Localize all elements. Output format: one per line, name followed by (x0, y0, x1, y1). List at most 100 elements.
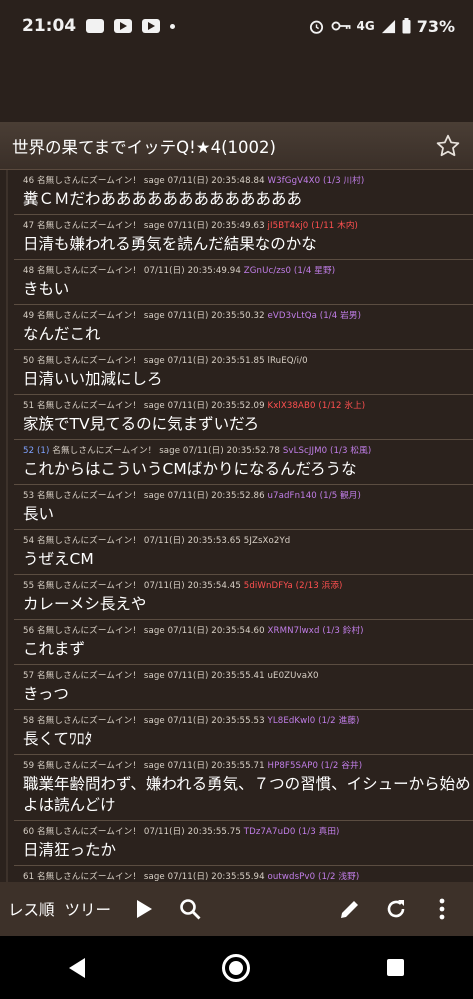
post-item[interactable]: 48 名無しさんにズームイン！ 07/11(日) 20:35:49.94 ZGn… (14, 260, 473, 305)
post-header-info: 名無しさんにズームイン！ sage 07/11(日) 20:35:55.53 (36, 716, 265, 726)
post-meta: 49 名無しさんにズームイン！ sage 07/11(日) 20:35:50.3… (23, 309, 473, 321)
post-body: 日清狂ったか (23, 841, 117, 859)
post-meta: 51 名無しさんにズームイン！ sage 07/11(日) 20:35:52.0… (23, 399, 473, 411)
poster-id[interactable]: eVD3vLtQa (1/4 岩男) (268, 311, 362, 321)
thread-title-bar: 世界の果てまでイッテQ!★4(1002) (0, 122, 473, 170)
post-body: なんだこれ (23, 325, 101, 343)
poster-id[interactable]: W3fGgV4X0 (1/3 川村) (268, 176, 365, 186)
vpn-key-icon (331, 21, 350, 31)
poster-id[interactable]: SvLScJJM0 (1/3 松風) (283, 446, 371, 456)
poster-id[interactable]: outwdsPv0 (1/2 浅野) (268, 872, 360, 882)
post-meta: 55 名無しさんにズームイン！ 07/11(日) 20:35:54.45 5di… (23, 579, 473, 591)
alarm-icon (309, 20, 323, 34)
post-number[interactable]: 47 (23, 221, 34, 231)
tab-res-order[interactable]: レス順 (8, 898, 55, 920)
post-number[interactable]: 48 (23, 266, 34, 276)
poster-id[interactable]: KxlX38AB0 (1/12 氷上) (268, 401, 366, 411)
poster-id[interactable]: u7adFn140 (1/5 観月) (268, 491, 361, 501)
post-header-info: 名無しさんにズームイン！ sage 07/11(日) 20:35:54.60 (36, 626, 265, 636)
post-meta: 47 名無しさんにズームイン！ sage 07/11(日) 20:35:49.6… (23, 219, 473, 231)
post-item[interactable]: 54 名無しさんにズームイン！ 07/11(日) 20:35:53.65 5JZ… (14, 530, 473, 575)
post-number[interactable]: 54 (23, 536, 34, 546)
poster-id[interactable]: TDz7A7uD0 (1/3 真田) (244, 827, 340, 837)
post-number[interactable]: 61 (23, 872, 34, 882)
post-header-info: 名無しさんにズームイン！ sage 07/11(日) 20:35:48.84 (36, 176, 265, 186)
post-number[interactable]: 60 (23, 827, 34, 837)
poster-id[interactable]: ZGnUc/zs0 (1/4 星野) (244, 266, 335, 276)
signal-icon (381, 19, 395, 33)
post-body: 日清いい加減にしろ (23, 370, 163, 388)
post-meta: 46 名無しさんにズームイン！ sage 07/11(日) 20:35:48.8… (23, 174, 473, 186)
play-icon[interactable] (131, 896, 157, 922)
post-header-info: 名無しさんにズームイン！ 07/11(日) 20:35:54.45 (36, 581, 241, 591)
post-header-info: 名無しさんにズームイン！ 07/11(日) 20:35:53.65 5JZsXo… (36, 536, 291, 546)
post-header-info: 名無しさんにズームイン！ sage 07/11(日) 20:35:55.71 (36, 761, 265, 771)
app-header-space (0, 52, 473, 122)
post-meta: 57 名無しさんにズームイン！ sage 07/11(日) 20:35:55.4… (23, 669, 473, 681)
post-number[interactable]: 50 (23, 356, 34, 366)
post-number[interactable]: 58 (23, 716, 34, 726)
post-header-info: 名無しさんにズームイン！ sage 07/11(日) 20:35:55.94 (36, 872, 265, 882)
post-list[interactable]: 46 名無しさんにズームイン！ sage 07/11(日) 20:35:48.8… (0, 170, 473, 882)
post-body: カレーメシ長えや (23, 595, 147, 613)
recents-icon[interactable] (387, 959, 405, 976)
post-body: 家族でTV見てるのに気まずいだろ (23, 415, 260, 433)
post-item[interactable]: 60 名無しさんにズームイン！ 07/11(日) 20:35:55.75 TDz… (14, 821, 473, 866)
refresh-icon[interactable] (383, 896, 409, 922)
post-item[interactable]: 46 名無しさんにズームイン！ sage 07/11(日) 20:35:48.8… (14, 170, 473, 215)
post-item[interactable]: 55 名無しさんにズームイン！ 07/11(日) 20:35:54.45 5di… (14, 575, 473, 620)
post-number[interactable]: 46 (23, 176, 34, 186)
poster-id[interactable]: 5diWnDFYa (2/13 浜添) (244, 581, 343, 591)
post-number[interactable]: 52 (1) (23, 446, 49, 456)
post-number[interactable]: 51 (23, 401, 34, 411)
poster-id[interactable]: XRMN7lwxd (1/3 鈴村) (268, 626, 364, 636)
tab-tree[interactable]: ツリー (65, 898, 112, 920)
post-item[interactable]: 56 名無しさんにズームイン！ sage 07/11(日) 20:35:54.6… (14, 620, 473, 665)
post-header-info: 名無しさんにズームイン！ 07/11(日) 20:35:49.94 (36, 266, 241, 276)
youtube-notification-icon (114, 19, 133, 33)
post-item[interactable]: 47 名無しさんにズームイン！ sage 07/11(日) 20:35:49.6… (14, 215, 473, 260)
back-icon[interactable] (68, 957, 85, 978)
post-item[interactable]: 49 名無しさんにズームイン！ sage 07/11(日) 20:35:50.3… (14, 305, 473, 350)
post-number[interactable]: 57 (23, 671, 34, 681)
post-number[interactable]: 53 (23, 491, 34, 501)
poster-id[interactable]: jI5BT4xj0 (1/11 木内) (268, 221, 359, 231)
post-header-info: 名無しさんにズームイン！ sage 07/11(日) 20:35:52.78 (52, 446, 280, 456)
post-header-info: 名無しさんにズームイン！ sage 07/11(日) 20:35:52.09 (36, 401, 265, 411)
post-header-info: 名無しさんにズームイン！ sage 07/11(日) 20:35:50.32 (36, 311, 265, 321)
post-item[interactable]: 59 名無しさんにズームイン！ sage 07/11(日) 20:35:55.7… (14, 755, 473, 821)
post-number[interactable]: 59 (23, 761, 34, 771)
bottom-toolbar: レス順 ツリー (0, 882, 473, 936)
search-icon[interactable] (177, 896, 203, 922)
post-item[interactable]: 61 名無しさんにズームイン！ sage 07/11(日) 20:35:55.9… (14, 866, 473, 882)
post-body: これからはこういうCMばかりになるんだろうな (23, 460, 357, 478)
pencil-icon[interactable] (337, 896, 363, 922)
post-item[interactable]: 58 名無しさんにズームイン！ sage 07/11(日) 20:35:55.5… (14, 710, 473, 755)
status-bar: 21:04 4G 73% (0, 0, 473, 52)
post-meta: 60 名無しさんにズームイン！ 07/11(日) 20:35:55.75 TDz… (23, 825, 473, 837)
post-meta: 58 名無しさんにズームイン！ sage 07/11(日) 20:35:55.5… (23, 714, 473, 726)
post-item[interactable]: 50 名無しさんにズームイン！ sage 07/11(日) 20:35:51.8… (14, 350, 473, 395)
post-body: 長くてﾜﾛﾀ (23, 730, 93, 748)
post-item[interactable]: 53 名無しさんにズームイン！ sage 07/11(日) 20:35:52.8… (14, 485, 473, 530)
post-header-info: 名無しさんにズームイン！ 07/11(日) 20:35:55.75 (36, 827, 241, 837)
post-number[interactable]: 56 (23, 626, 34, 636)
post-item[interactable]: 51 名無しさんにズームイン！ sage 07/11(日) 20:35:52.0… (14, 395, 473, 440)
post-body: 長い (23, 505, 55, 523)
post-number[interactable]: 49 (23, 311, 34, 321)
home-icon[interactable] (221, 953, 250, 982)
more-vert-icon[interactable] (429, 896, 455, 922)
post-item[interactable]: 57 名無しさんにズームイン！ sage 07/11(日) 20:35:55.4… (14, 665, 473, 710)
post-header-info: 名無しさんにズームイン！ sage 07/11(日) 20:35:49.63 (36, 221, 265, 231)
post-item[interactable]: 52 (1) 名無しさんにズームイン！ sage 07/11(日) 20:35:… (14, 440, 473, 485)
poster-id[interactable]: YL8EdKwl0 (1/2 進藤) (268, 716, 360, 726)
post-body: うぜえCM (23, 550, 94, 568)
post-body: きもい (23, 280, 70, 298)
post-number[interactable]: 55 (23, 581, 34, 591)
star-outline-icon[interactable] (435, 133, 461, 159)
network-type: 4G (356, 19, 375, 33)
post-meta: 50 名無しさんにズームイン！ sage 07/11(日) 20:35:51.8… (23, 354, 473, 366)
post-header-info: 名無しさんにズームイン！ sage 07/11(日) 20:35:52.86 (36, 491, 265, 501)
poster-id[interactable]: HP8F5SAP0 (1/2 谷井) (268, 761, 363, 771)
battery-level: 73% (416, 16, 455, 36)
